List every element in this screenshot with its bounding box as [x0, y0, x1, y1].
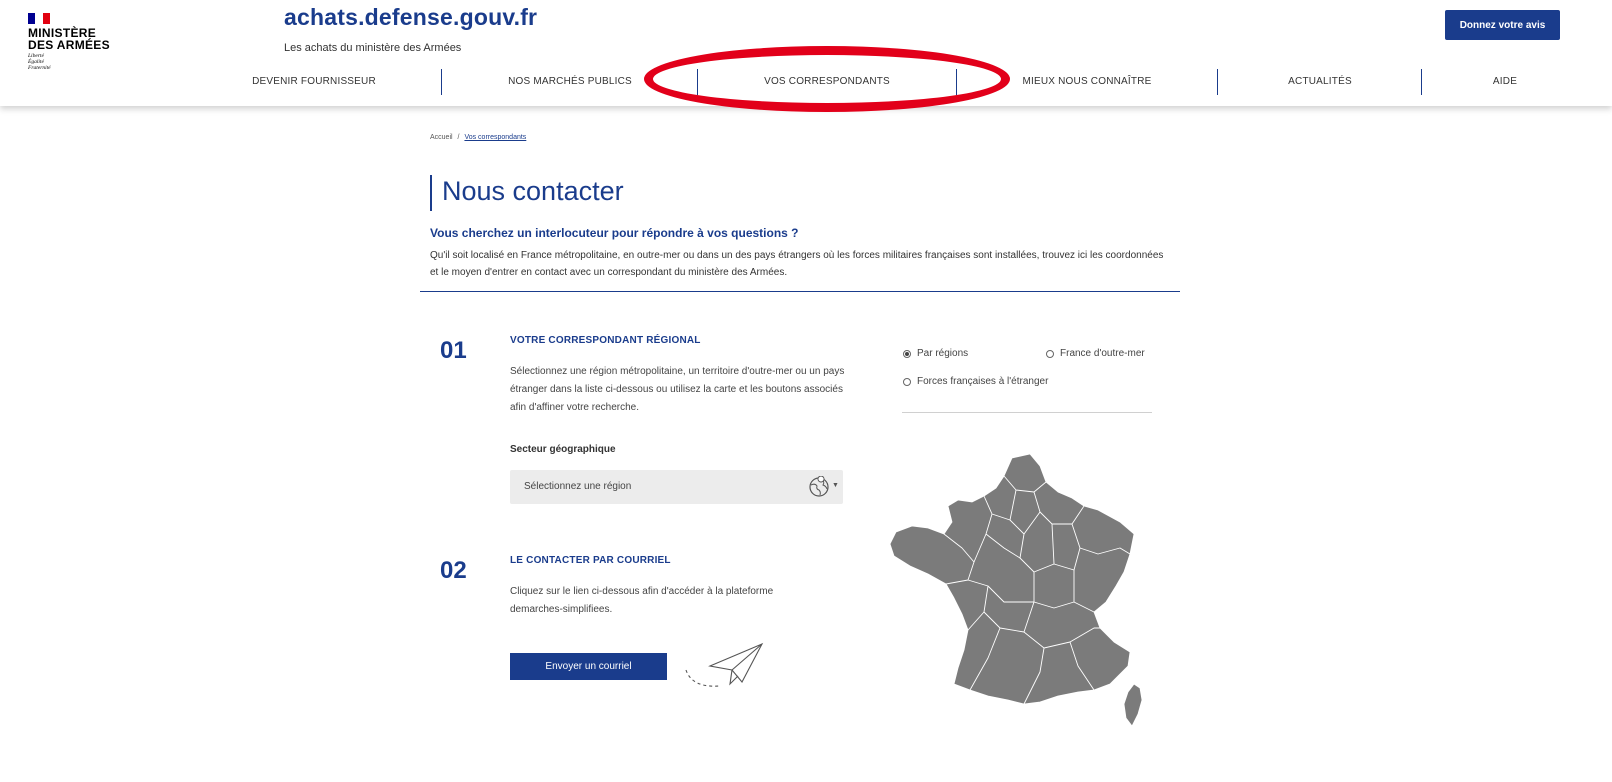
step2-number: 02: [440, 557, 467, 584]
region-select-placeholder: Sélectionnez une région: [524, 481, 632, 492]
lead-question: Vous cherchez un interlocuteur pour répo…: [430, 226, 799, 240]
send-email-button[interactable]: Envoyer un courriel: [510, 653, 667, 680]
nav-separator: [1421, 69, 1422, 95]
nav-aide[interactable]: AIDE: [1450, 66, 1560, 96]
radio-forces-etranger[interactable]: Forces françaises à l'étranger: [903, 376, 1048, 387]
ministry-name-line2: DES ARMÉES: [28, 38, 110, 52]
region-select[interactable]: Sélectionnez une région ▼: [510, 470, 843, 504]
radio-unselected-icon: [903, 377, 911, 386]
title-accent-bar: [430, 175, 432, 211]
france-regions-map[interactable]: [884, 452, 1152, 732]
radio-selected-icon: [903, 349, 911, 358]
nav-nos-marches-publics[interactable]: NOS MARCHÉS PUBLICS: [480, 66, 660, 96]
site-header: MINISTÈRE DES ARMÉES Liberté Égalité Fra…: [0, 0, 1612, 106]
globe-pin-icon: [809, 476, 829, 497]
nav-mieux-nous-connaitre[interactable]: MIEUX NOUS CONNAÎTRE: [1000, 66, 1174, 96]
step1-number: 01: [440, 337, 467, 364]
filters-divider: [902, 412, 1152, 413]
main-nav: DEVENIR FOURNISSEUR NOS MARCHÉS PUBLICS …: [0, 66, 1612, 96]
breadcrumb-current[interactable]: Vos correspondants: [464, 134, 526, 141]
feedback-button[interactable]: Donnez votre avis: [1445, 10, 1560, 40]
chevron-down-icon: ▼: [832, 482, 839, 489]
breadcrumb: Accueil / Vos correspondants: [430, 134, 526, 141]
nav-separator: [441, 69, 442, 95]
section-divider: [420, 291, 1180, 292]
step1-text: Sélectionnez une région métropolitaine, …: [510, 366, 845, 413]
ministry-logo[interactable]: MINISTÈRE DES ARMÉES Liberté Égalité Fra…: [28, 13, 110, 71]
site-title[interactable]: achats.defense.gouv.fr: [284, 4, 537, 31]
select-label: Secteur géographique: [510, 444, 616, 455]
radio-unselected-icon: [1046, 349, 1054, 358]
paper-plane-icon: [685, 642, 764, 687]
lead-text: Qu'il soit localisé en France métropolit…: [430, 250, 1164, 278]
nav-separator: [956, 69, 957, 95]
step1-title: VOTRE CORRESPONDANT RÉGIONAL: [510, 335, 701, 346]
radio-par-regions[interactable]: Par régions: [903, 348, 968, 359]
radio-forces-etranger-label: Forces françaises à l'étranger: [917, 376, 1049, 387]
french-flag-icon: [28, 13, 50, 24]
nav-actualites[interactable]: ACTUALITÉS: [1240, 66, 1400, 96]
nav-separator: [1217, 69, 1218, 95]
map-region-corsica: [1123, 683, 1143, 727]
site-subtitle: Les achats du ministère des Armées: [284, 42, 462, 54]
nav-vos-correspondants[interactable]: VOS CORRESPONDANTS: [720, 66, 934, 96]
radio-france-outre-mer[interactable]: France d'outre-mer: [1046, 348, 1145, 359]
radio-par-regions-label: Par régions: [917, 348, 969, 359]
breadcrumb-separator: /: [457, 134, 460, 141]
nav-separator: [697, 69, 698, 95]
nav-devenir-fournisseur[interactable]: DEVENIR FOURNISSEUR: [232, 66, 396, 96]
radio-france-outre-mer-label: France d'outre-mer: [1060, 348, 1145, 359]
step2-text: Cliquez sur le lien ci-dessous afin d'ac…: [510, 586, 774, 615]
step2-title: LE CONTACTER PAR COURRIEL: [510, 555, 671, 566]
map-region: [889, 453, 1135, 705]
page-title: Nous contacter: [442, 176, 624, 206]
breadcrumb-home[interactable]: Accueil: [430, 134, 453, 141]
